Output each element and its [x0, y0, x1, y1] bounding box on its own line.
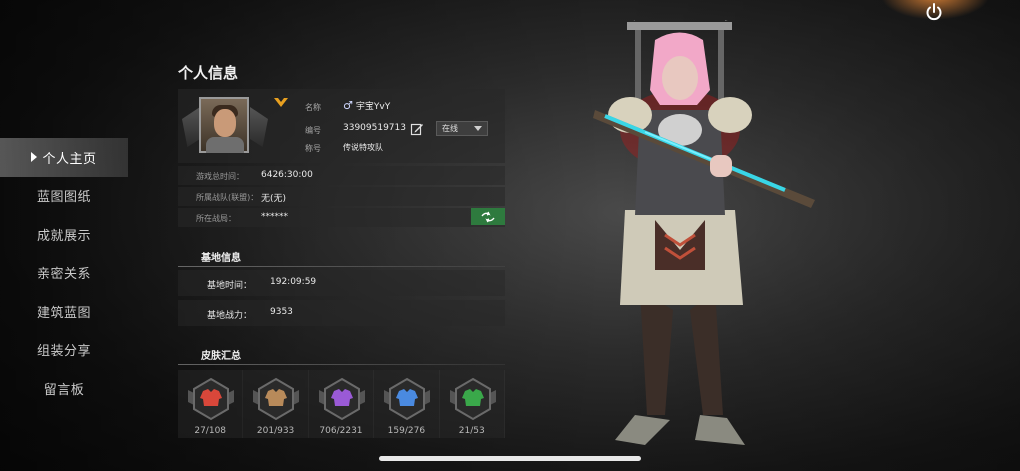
sidebar-item-message-board[interactable]: 留言板 [0, 369, 128, 408]
skin-count: 201/933 [256, 426, 295, 436]
profile-card: 名称 ♂ 宇宝YvY 编号 33909519713 在线 称号 传说特攻队 [178, 89, 505, 163]
divider [178, 266, 505, 267]
sidebar-item-label: 成就展示 [36, 228, 91, 244]
base-info-heading: 基地信息 [178, 243, 505, 267]
base-time-row: 基地时间： 192:09:59 [178, 270, 505, 296]
home-indicator[interactable] [379, 456, 641, 461]
sidebar-item-relationships[interactable]: 亲密关系 [0, 254, 128, 293]
play-time-label: 游戏总时间： [196, 172, 244, 181]
match-value: ****** [261, 212, 288, 222]
player-name: ♂ 宇宝YvY [343, 99, 390, 112]
play-time-value: 6426:30:00 [261, 170, 313, 180]
jacket-icon [449, 377, 496, 421]
jacket-icon [253, 377, 300, 421]
skin-count: 27/108 [194, 426, 227, 436]
info-row-team: 所属战队(联盟)： 无(无) [178, 187, 505, 206]
switch-icon [481, 211, 495, 222]
skin-category-blue[interactable]: 159/276 [374, 370, 440, 438]
skin-category-red[interactable]: 27/108 [178, 370, 244, 438]
power-button[interactable] [914, 0, 954, 24]
avatar-face [214, 109, 236, 137]
skin-count: 21/53 [458, 426, 485, 436]
jacket-icon [188, 377, 234, 421]
base-info-title: 基地信息 [201, 253, 241, 264]
skin-summary-heading: 皮肤汇总 [178, 341, 505, 365]
jacket-icon [318, 377, 365, 421]
sidebar-item-label: 亲密关系 [36, 267, 91, 283]
status-dropdown[interactable]: 在线 [436, 121, 488, 136]
edit-icon[interactable] [410, 122, 424, 136]
skin-category-purple[interactable]: 706/2231 [309, 370, 375, 438]
switch-button[interactable] [471, 208, 505, 225]
sidebar-item-personal-home[interactable]: 个人主页 [0, 138, 128, 177]
status-value: 在线 [442, 124, 458, 133]
skin-category-green[interactable]: 21/53 [440, 370, 505, 438]
match-label: 所在战局： [196, 214, 236, 223]
team-label: 所属战队(联盟)： [196, 193, 259, 202]
skin-count: 706/2231 [319, 426, 363, 436]
skin-summary-list: 27/108 201/933 706/2231 159/276 21/53 [178, 370, 505, 438]
sidebar: 个人主页 蓝图图纸 成就展示 亲密关系 建筑蓝图 组装分享 留言板 [0, 138, 128, 408]
avatar [199, 97, 249, 153]
info-row-play-time: 游戏总时间： 6426:30:00 [178, 166, 505, 185]
frame-wing-left [182, 107, 200, 147]
sidebar-item-blueprints[interactable]: 蓝图图纸 [0, 177, 128, 216]
skin-category-brown[interactable]: 201/933 [243, 370, 309, 438]
skin-count: 159/276 [387, 426, 426, 436]
sidebar-item-achievements[interactable]: 成就展示 [0, 215, 128, 254]
base-power-value: 9353 [270, 307, 293, 317]
player-title: 传说特攻队 [343, 143, 383, 152]
sidebar-item-label: 组装分享 [36, 344, 91, 360]
power-icon [926, 3, 942, 21]
background-vignette [0, 0, 1020, 471]
skin-summary-title: 皮肤汇总 [201, 351, 241, 362]
sidebar-item-label: 建筑蓝图 [36, 305, 91, 321]
male-gender-icon: ♂ [343, 99, 353, 112]
chevron-down-icon [474, 126, 482, 131]
page-title: 个人信息 [178, 64, 239, 82]
sidebar-item-label: 个人主页 [42, 151, 97, 167]
active-caret-icon [31, 152, 38, 163]
avatar-shirt [206, 137, 244, 153]
id-label: 编号 [305, 126, 321, 135]
frame-wing-right [250, 107, 268, 147]
base-power-row: 基地战力： 9353 [178, 300, 505, 326]
jacket-icon [384, 377, 431, 421]
info-row-match: 所在战局： ****** [178, 208, 505, 227]
base-power-label: 基地战力： [207, 311, 253, 321]
sidebar-item-label: 留言板 [43, 382, 85, 398]
divider [178, 364, 505, 365]
player-id: 33909519713 [343, 123, 406, 133]
sidebar-item-building-blueprints[interactable]: 建筑蓝图 [0, 292, 128, 331]
team-value: 无(无) [261, 194, 287, 204]
player-name-text: 宇宝YvY [355, 102, 391, 112]
vip-chevron-icon [274, 98, 288, 107]
title-label: 称号 [305, 144, 321, 153]
name-label: 名称 [305, 103, 321, 112]
sidebar-item-assembly-share[interactable]: 组装分享 [0, 331, 128, 370]
sidebar-item-label: 蓝图图纸 [36, 190, 91, 206]
base-time-label: 基地时间： [207, 281, 253, 291]
character-model[interactable] [585, 20, 825, 465]
base-time-value: 192:09:59 [270, 277, 317, 287]
avatar-frame[interactable] [178, 89, 270, 163]
